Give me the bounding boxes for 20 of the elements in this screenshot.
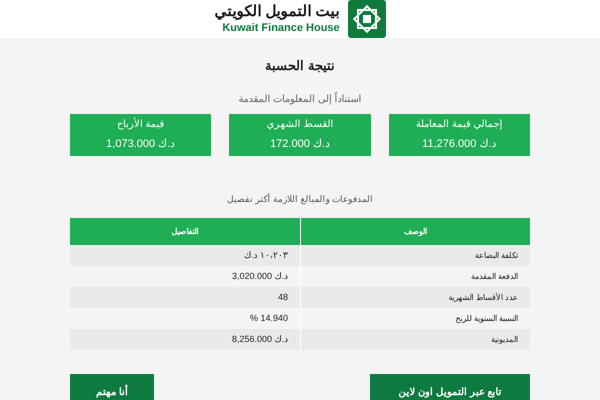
card-value: 172.000 د.ك: [270, 137, 330, 152]
result-subtitle: استناداً إلى المعلومات المقدمة: [238, 94, 362, 105]
card-label: القسط الشهري: [266, 118, 334, 132]
column-header: التفاصيل: [170, 226, 200, 238]
card-value: 11,276.000 د.ك: [422, 137, 497, 152]
logo-arabic-text: بيت التمويل الكويتي: [214, 2, 340, 22]
table-cell: المديونية: [300, 329, 530, 350]
logo-english-text: Kuwait Finance House: [222, 22, 340, 36]
action-button[interactable]: أنا مهتم: [70, 374, 154, 400]
table-cell-text: 8,256.000 د.ك: [230, 332, 289, 346]
table-cell-text: 3,020.000 د.ك: [230, 270, 289, 283]
card-value: 1,073.000 د.ك: [106, 137, 176, 152]
card-label: قيمة الأرباح: [116, 117, 165, 132]
table-cell-text: % 14.940: [248, 312, 289, 325]
table-cell-text: 48: [276, 290, 289, 304]
action-button[interactable]: تابع عبر التمويل اون لاين: [370, 374, 530, 400]
card-label: إجمالي قيمة المعاملة: [416, 118, 503, 132]
table-caption: المدفوعات والمبالغ اللازمة أكثر تفصيل: [226, 194, 373, 204]
table-cell-text: ١٠،٢٠٣ د.ك: [242, 248, 289, 262]
result-title: نتيجة الحسبة: [265, 58, 335, 73]
